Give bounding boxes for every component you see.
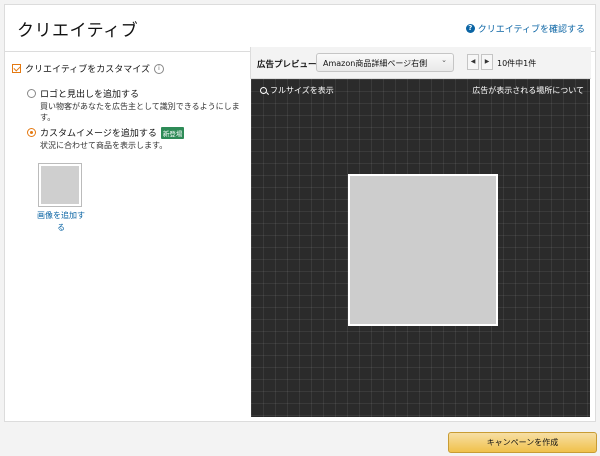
preview-label: 広告プレビュー	[257, 60, 317, 70]
customize-label: クリエイティブをカスタマイズ	[25, 65, 151, 75]
caret-right-icon: ▶	[484, 58, 490, 65]
help-icon: ?	[465, 24, 475, 33]
caret-left-icon: ◀	[470, 58, 476, 65]
customize-panel: クリエイティブをカスタマイズ i ロゴと見出しを追加する 買い物客があなたを広告…	[5, 52, 255, 421]
option-label: ロゴと見出しを追加する	[40, 90, 140, 100]
ad-preview-area: フルサイズを表示 広告が表示される場所について	[251, 79, 590, 417]
preview-toolbar: 広告プレビュー Amazon商品詳細ページ右側 ⌄ ◀ ▶ 10件中1件	[250, 47, 591, 79]
full-size-link[interactable]: フルサイズを表示	[260, 85, 334, 96]
radio-logo-headline[interactable]	[27, 89, 36, 98]
image-placeholder[interactable]	[38, 163, 82, 207]
result-count: 10件中1件	[497, 59, 537, 68]
full-size-label: フルサイズを表示	[270, 86, 334, 95]
image-placeholder-fill	[41, 166, 79, 204]
card-header: クリエイティブ ? クリエイティブを確認する	[5, 5, 595, 52]
review-creative-link[interactable]: ? クリエイティブを確認する	[465, 22, 585, 35]
option-logo-headline[interactable]: ロゴと見出しを追加する 買い物客があなたを広告主として識別できるようにします。	[27, 87, 253, 123]
ad-placement-info-link[interactable]: 広告が表示される場所について	[472, 85, 584, 96]
add-image-link[interactable]: 画像を追加する	[35, 210, 87, 234]
create-campaign-button[interactable]: キャンペーンを作成	[448, 432, 597, 453]
option-description: 買い物客があなたを広告主として識別できるようにします。	[40, 102, 240, 122]
customize-row[interactable]: クリエイティブをカスタマイズ i	[12, 62, 165, 75]
placement-select[interactable]: Amazon商品詳細ページ右側 ⌄	[316, 53, 454, 72]
new-badge: 新登場	[160, 126, 185, 139]
radio-custom-image[interactable]	[27, 128, 36, 137]
option-custom-image[interactable]: カスタムイメージを追加する 新登場 状況に合わせて商品を表示します。	[27, 126, 253, 151]
option-description: 状況に合わせて商品を表示します。	[40, 141, 168, 150]
review-creative-label: クリエイティブを確認する	[477, 25, 585, 35]
placement-value: Amazon商品詳細ページ右側	[323, 59, 428, 68]
chevron-down-icon: ⌄	[441, 56, 447, 64]
ad-preview-box	[348, 174, 498, 326]
ad-preview-image	[350, 176, 496, 324]
page-title: クリエイティブ	[17, 21, 139, 41]
customize-checkbox[interactable]	[12, 64, 21, 73]
prev-button[interactable]: ◀	[467, 54, 479, 70]
option-label: カスタムイメージを追加する	[40, 129, 157, 139]
search-icon	[260, 87, 267, 94]
next-button[interactable]: ▶	[481, 54, 493, 70]
info-icon[interactable]: i	[154, 63, 165, 74]
